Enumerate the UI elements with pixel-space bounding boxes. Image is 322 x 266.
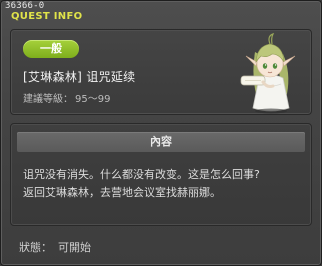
category-badge: 一般 <box>23 40 79 58</box>
content-text: 诅咒没有消失。什么都没有改变。这是怎么回事? 返回艾琳森林，去营地会议室找赫丽娜… <box>23 166 305 202</box>
quest-title: [艾琳森林] 诅咒延续 <box>23 70 136 84</box>
window-title[interactable]: QUEST INFO <box>11 11 82 22</box>
status-label: 狀態： <box>19 241 52 254</box>
quest-header-panel: 一般 [艾琳森林] 诅咒延续 建議等級： 95～99 <box>10 29 312 115</box>
content-line: 诅咒没有消失。什么都没有改变。这是怎么回事? <box>23 168 260 181</box>
quest-content-panel: 內容 诅咒没有消失。什么都没有改变。这是怎么回事? 返回艾琳森林，去营地会议室找… <box>10 123 312 226</box>
level-label: 建議等級： <box>23 94 73 105</box>
recommended-level: 建議等級： 95～99 <box>23 90 110 105</box>
quest-info-window: 36366-0 QUEST INFO 一般 [艾琳森林] 诅咒延续 建議等級： 9… <box>0 0 322 266</box>
content-header: 內容 <box>17 132 305 152</box>
elf-npc-icon <box>240 32 296 114</box>
status-value: 可開始 <box>58 241 91 254</box>
quest-status: 狀態： 可開始 <box>19 239 91 255</box>
content-line: 返回艾琳森林，去营地会议室找赫丽娜。 <box>23 186 221 199</box>
quest-id: 36366-0 <box>5 1 45 11</box>
level-range: 95～99 <box>75 94 111 105</box>
